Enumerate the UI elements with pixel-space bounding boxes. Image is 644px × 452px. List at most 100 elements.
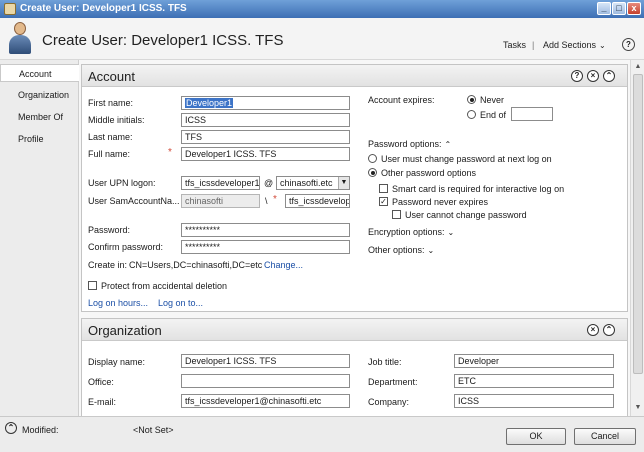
help-icon[interactable]: ? — [571, 70, 583, 82]
nav-item-account[interactable]: Account — [0, 64, 79, 82]
ok-button[interactable]: OK — [506, 428, 566, 445]
at-sign: @ — [264, 178, 274, 188]
nav-item-profile[interactable]: Profile — [0, 130, 79, 148]
other-pw-options-radio[interactable] — [368, 168, 377, 177]
chevron-up-icon: ⌃ — [444, 140, 452, 149]
middle-initials-label: Middle initials: — [88, 115, 145, 125]
upn-domain-value: chinasofti.etc — [280, 178, 333, 188]
last-name-field[interactable]: TFS — [181, 130, 350, 144]
modified-label: Modified: — [22, 425, 59, 435]
backslash: \ — [265, 196, 268, 206]
maximize-button[interactable]: □ — [612, 2, 626, 15]
first-name-value: Developer1 — [185, 98, 234, 108]
other-options-label: Other options: — [368, 245, 425, 255]
email-label: E-mail: — [88, 397, 117, 407]
never-expires-label: Password never expires — [392, 197, 489, 207]
department-label: Department: — [368, 377, 418, 387]
help-icon[interactable]: ? — [622, 38, 635, 51]
page-title: Create User: Developer1 ICSS. TFS — [42, 32, 284, 49]
sam-domain-field: chinasofti — [181, 194, 260, 208]
create-in-label: Create in: — [88, 260, 128, 270]
cannot-change-label: User cannot change password — [405, 210, 527, 220]
collapse-section-icon[interactable]: ⌃ — [603, 70, 615, 82]
status-bar: ⌃ Modified: <Not Set> OK Cancel — [0, 416, 644, 452]
other-pw-options-label: Other password options — [381, 168, 477, 178]
add-sections-menu[interactable]: Add Sections ⌄ — [543, 40, 606, 50]
protect-deletion-checkbox[interactable] — [88, 281, 97, 290]
smart-card-checkbox[interactable] — [379, 184, 388, 193]
expand-icon[interactable]: ⌃ — [5, 422, 17, 434]
confirm-password-field[interactable]: ********** — [181, 240, 350, 254]
close-window-button[interactable]: x — [627, 2, 641, 15]
collapse-section-icon[interactable]: ⌃ — [603, 324, 615, 336]
nav-item-member-of[interactable]: Member Of — [0, 108, 79, 126]
close-section-icon[interactable]: × — [587, 70, 599, 82]
organization-section-header: Organization × ⌃ — [82, 319, 627, 341]
organization-section-title: Organization — [88, 323, 162, 338]
tasks-menu[interactable]: Tasks — [503, 40, 526, 50]
vertical-scrollbar[interactable]: ▲ ▼ — [630, 60, 644, 416]
expires-never-label: Never — [480, 95, 505, 105]
first-name-field[interactable]: Developer1 — [181, 96, 350, 110]
expires-end-of-radio[interactable] — [467, 110, 476, 119]
email-field[interactable]: tfs_icssdeveloper1@chinasofti.etc — [181, 394, 350, 408]
account-section-header: Account ? × ⌃ — [82, 65, 627, 87]
must-change-label: User must change password at next log on — [381, 154, 552, 164]
office-field[interactable] — [181, 374, 350, 388]
middle-initials-field[interactable]: ICSS — [181, 113, 350, 127]
expires-end-of-label: End of — [480, 110, 507, 120]
minimize-button[interactable]: _ — [597, 2, 611, 15]
expires-never-radio[interactable] — [467, 95, 476, 104]
main-content: Account ? × ⌃ First name: Developer1 Mid… — [79, 60, 630, 416]
other-options-toggle[interactable]: Other options: ⌄ — [368, 245, 434, 255]
chevron-down-icon: ⌄ — [447, 228, 455, 237]
change-link[interactable]: Change... — [264, 260, 303, 270]
section-navigation: Account Organization Member Of Profile — [0, 60, 79, 416]
protect-deletion-label: Protect from accidental deletion — [101, 281, 228, 291]
company-field[interactable]: ICSS — [454, 394, 614, 408]
cancel-button[interactable]: Cancel — [574, 428, 636, 445]
chevron-down-icon: ⌄ — [599, 41, 606, 50]
full-name-field[interactable]: Developer1 ICSS. TFS — [181, 147, 350, 161]
nav-item-organization[interactable]: Organization — [0, 86, 79, 104]
confirm-password-label: Confirm password: — [88, 242, 164, 252]
header-separator: | — [532, 40, 535, 50]
upn-logon-field[interactable]: tfs_icssdeveloper1 — [181, 176, 260, 190]
password-options-toggle[interactable]: Password options: ⌃ — [368, 139, 451, 149]
job-title-field[interactable]: Developer — [454, 354, 614, 368]
user-icon — [4, 3, 16, 15]
scroll-down-icon[interactable]: ▼ — [633, 403, 643, 413]
password-label: Password: — [88, 225, 131, 235]
logon-hours-link[interactable]: Log on hours... — [88, 298, 148, 308]
account-section-title: Account — [88, 69, 135, 84]
user-avatar-icon — [8, 22, 32, 54]
smart-card-label: Smart card is required for interactive l… — [392, 184, 565, 194]
full-name-label: Full name: — [88, 149, 131, 159]
chevron-down-icon: ⌄ — [427, 246, 435, 255]
password-options-label: Password options: — [368, 139, 442, 149]
encryption-options-toggle[interactable]: Encryption options: ⌄ — [368, 227, 454, 237]
display-name-field[interactable]: Developer1 ICSS. TFS — [181, 354, 350, 368]
display-name-label: Display name: — [88, 357, 146, 367]
close-section-icon[interactable]: × — [587, 324, 599, 336]
required-mark: * — [273, 194, 277, 205]
password-field[interactable]: ********** — [181, 223, 350, 237]
account-expires-label: Account expires: — [368, 95, 435, 105]
sam-account-field[interactable]: tfs_icssdevelop — [285, 194, 350, 208]
scroll-thumb[interactable] — [633, 74, 643, 374]
scroll-up-icon[interactable]: ▲ — [633, 62, 643, 72]
never-expires-checkbox[interactable]: ✓ — [379, 197, 388, 206]
sam-account-label: User SamAccountNa... — [88, 196, 180, 206]
expires-date-field[interactable] — [511, 107, 553, 121]
window-title: Create User: Developer1 ICSS. TFS — [20, 3, 187, 14]
organization-section: Organization × ⌃ Display name: Developer… — [81, 318, 628, 416]
upn-domain-dropdown[interactable]: chinasofti.etc ▼ — [276, 176, 350, 190]
first-name-label: First name: — [88, 98, 134, 108]
account-section: Account ? × ⌃ First name: Developer1 Mid… — [81, 64, 628, 312]
must-change-radio[interactable] — [368, 154, 377, 163]
department-field[interactable]: ETC — [454, 374, 614, 388]
cannot-change-checkbox[interactable] — [392, 210, 401, 219]
job-title-label: Job title: — [368, 357, 402, 367]
required-mark: * — [168, 147, 172, 158]
logon-to-link[interactable]: Log on to... — [158, 298, 203, 308]
